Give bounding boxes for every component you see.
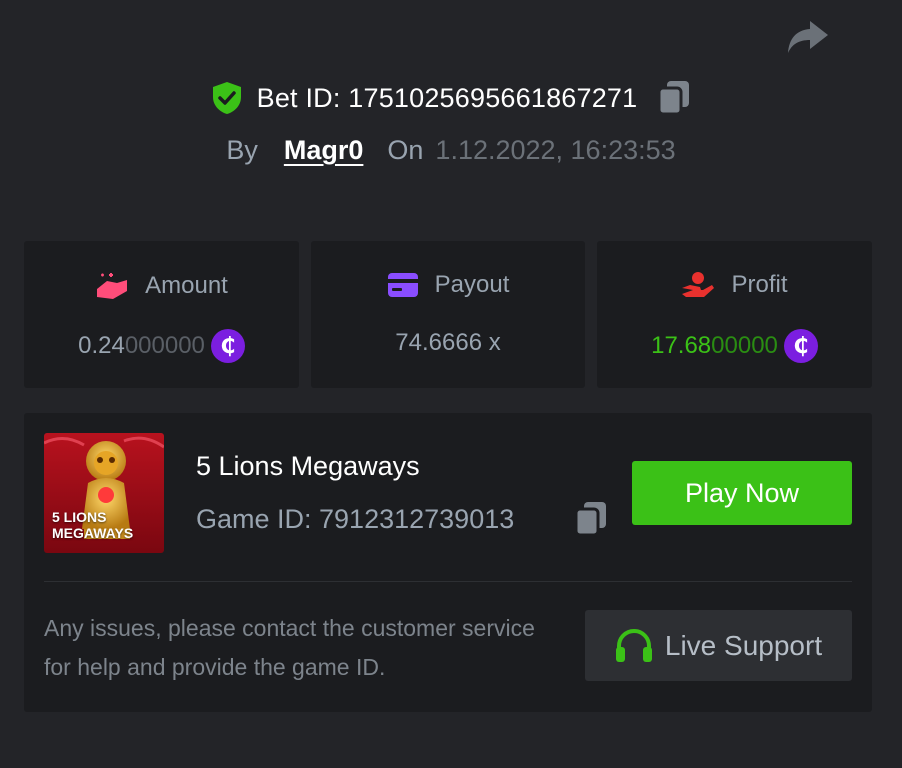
money-hand-icon [97, 273, 128, 299]
game-name[interactable]: 5 Lions Megaways [196, 451, 420, 482]
verified-shield-icon [212, 82, 241, 114]
amount-card: Amount 0.24 000000 ₵ [24, 241, 299, 388]
amount-value: 0.24 000000 ₵ [24, 329, 299, 363]
share-button[interactable] [784, 16, 832, 58]
game-thumbnail[interactable]: 5 LIONS MEGAWAYS [44, 433, 164, 553]
game-id: Game ID: 7912312739013 [196, 504, 515, 534]
bet-id-text: Bet ID: 1751025695661867271 [256, 82, 638, 113]
bet-id-row: Bet ID: 1751025695661867271 [0, 78, 902, 118]
bet-date: 1.12.2022, 16:23:53 [435, 134, 676, 165]
on-label: On [387, 134, 424, 165]
user-link[interactable]: Magr0 [284, 135, 364, 166]
thumbnail-title-line2: MEGAWAYS [52, 525, 134, 541]
divider [44, 581, 852, 582]
payout-value: 74.6666 x [311, 329, 585, 357]
thumbnail-title: 5 LIONS MEGAWAYS [52, 509, 162, 541]
profit-value-main: 17.68 [651, 332, 712, 359]
thumbnail-title-line1: 5 LIONS [52, 509, 107, 525]
amount-value-dim: 000000 [124, 332, 205, 359]
hand-coin-icon [682, 272, 715, 297]
profit-value-dim: 00000 [711, 332, 778, 359]
copy-game-id-icon[interactable] [574, 501, 608, 537]
coin-icon: ₵ [210, 329, 245, 363]
play-now-button[interactable]: Play Now [632, 461, 852, 525]
bet-detail-page: Bet ID: 1751025695661867271 By Magr0 On … [0, 0, 902, 768]
share-icon [788, 21, 828, 53]
payout-value-text: 74.6666 x [395, 329, 501, 356]
bet-meta-row: By Magr0 On 1.12.2022, 16:23:53 [0, 130, 902, 170]
amount-label: Amount [145, 272, 228, 299]
coin-icon: ₵ [783, 329, 818, 363]
by-label: By [226, 134, 258, 165]
profit-card: Profit 17.68 00000 ₵ [597, 241, 872, 388]
payout-label: Payout [434, 271, 510, 298]
amount-value-main: 0.24 [78, 332, 125, 359]
headset-icon [615, 628, 652, 662]
live-support-button[interactable]: Live Support [585, 610, 852, 681]
live-support-label: Live Support [664, 629, 823, 661]
payout-card: Payout 74.6666 x [311, 241, 585, 388]
support-message: Any issues, please contact the customer … [44, 615, 535, 680]
profit-label: Profit [731, 271, 788, 298]
game-card: 5 LIONS MEGAWAYS 5 Lions Megaways Game I… [24, 413, 872, 712]
profit-value: 17.68 00000 ₵ [597, 329, 872, 363]
copy-bet-id-icon[interactable] [657, 80, 691, 116]
card-icon [387, 273, 418, 297]
